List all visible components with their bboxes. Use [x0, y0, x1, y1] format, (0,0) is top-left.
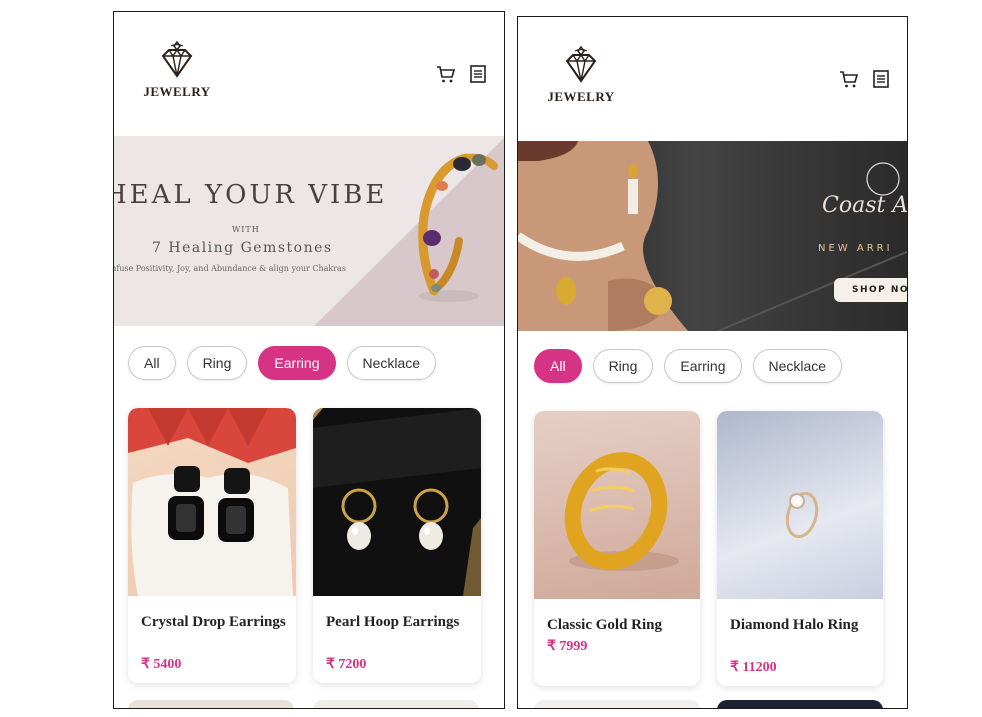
- cart-icon[interactable]: [436, 64, 456, 84]
- brand-name: JEWELRY: [547, 89, 615, 104]
- filter-ring[interactable]: Ring: [592, 349, 654, 383]
- filter-all[interactable]: All: [128, 346, 176, 380]
- brand-logo[interactable]: JEWELRY: [544, 45, 618, 105]
- app-header: JEWELRY: [518, 17, 907, 141]
- next-product-card-peek: [128, 700, 294, 708]
- cart-icon[interactable]: [839, 69, 859, 89]
- filter-ring[interactable]: Ring: [186, 346, 248, 380]
- diamond-logo-icon: [565, 45, 597, 83]
- brand-logo[interactable]: JEWELRY: [140, 40, 214, 100]
- banner-with: WITH: [232, 225, 260, 234]
- gemstone-bracelet-image: [418, 153, 498, 302]
- category-filters: All Ring Earring Necklace: [534, 349, 843, 383]
- banner-script-title: Coast A: [822, 193, 907, 218]
- product-card[interactable]: Diamond Halo Ring ₹ 11200: [717, 411, 883, 686]
- product-image-gold-ring: [534, 411, 700, 599]
- next-product-card-peek: [717, 700, 883, 708]
- product-name: Classic Gold Ring: [547, 617, 663, 633]
- product-image-diamond-ring: [717, 411, 883, 599]
- banner-new-arrivals: NEW ARRI: [818, 243, 893, 254]
- product-grid: Classic Gold Ring ₹ 7999 Diamond Halo Ri…: [534, 411, 883, 686]
- phone-screen-all: JEWELRY Coast A NEW ARRI SHOP NO All Rin…: [517, 16, 908, 709]
- diamond-logo-icon: [161, 40, 193, 78]
- banner-title: HEAL YOUR VIBE: [114, 180, 388, 210]
- product-card[interactable]: Classic Gold Ring ₹ 7999: [534, 411, 700, 686]
- product-price: ₹ 7200: [326, 657, 367, 672]
- product-image-crystal-earrings: [128, 408, 296, 596]
- app-header: JEWELRY: [114, 12, 504, 136]
- filter-earring[interactable]: Earring: [664, 349, 742, 383]
- product-price: ₹ 7999: [547, 639, 588, 654]
- banner-model-image: [518, 141, 907, 331]
- filter-necklace[interactable]: Necklace: [752, 349, 843, 383]
- filter-necklace[interactable]: Necklace: [346, 346, 437, 380]
- filter-earring[interactable]: Earring: [258, 346, 336, 380]
- promo-banner-healing[interactable]: HEAL YOUR VIBE WITH 7 Healing Gemstones …: [114, 136, 504, 326]
- menu-icon[interactable]: [468, 64, 488, 84]
- menu-icon[interactable]: [871, 69, 891, 89]
- product-name: Diamond Halo Ring: [730, 617, 859, 633]
- product-card[interactable]: Crystal Drop Earrings ₹ 5400: [128, 408, 296, 683]
- promo-banner-coast[interactable]: Coast A NEW ARRI SHOP NO: [518, 141, 907, 331]
- product-name: Pearl Hoop Earrings: [326, 614, 460, 630]
- product-grid: Crystal Drop Earrings ₹ 5400 Pearl Hoop …: [128, 408, 481, 683]
- phone-screen-earrings: JEWELRY HEAL YOUR VIBE WITH 7 Healing Ge…: [113, 11, 505, 709]
- next-product-card-peek: [313, 700, 479, 708]
- banner-subtitle: 7 Healing Gemstones: [152, 240, 333, 256]
- filter-all[interactable]: All: [534, 349, 582, 383]
- product-name: Crystal Drop Earrings: [141, 614, 286, 630]
- brand-name: JEWELRY: [143, 84, 211, 99]
- shop-now-button[interactable]: SHOP NO: [834, 278, 907, 302]
- category-filters: All Ring Earring Necklace: [128, 346, 437, 380]
- banner-tagline: Infuse Positivity, Joy, and Abundance & …: [114, 264, 346, 273]
- product-card[interactable]: Pearl Hoop Earrings ₹ 7200: [313, 408, 481, 683]
- next-product-card-peek: [534, 700, 700, 708]
- product-price: ₹ 5400: [141, 657, 182, 672]
- product-price: ₹ 11200: [730, 660, 777, 675]
- product-image-pearl-hoops: [313, 408, 481, 596]
